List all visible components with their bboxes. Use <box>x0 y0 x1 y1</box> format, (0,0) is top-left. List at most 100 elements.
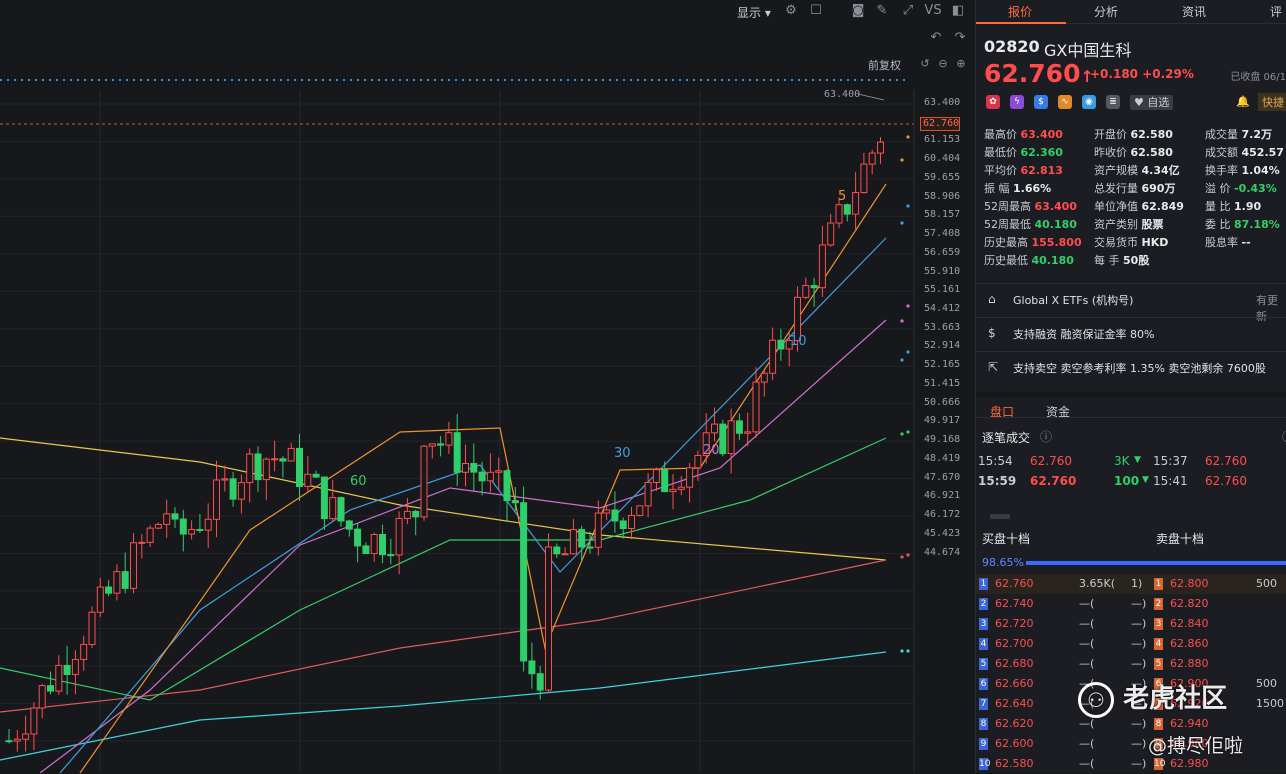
candle-body <box>229 478 237 500</box>
candle-body <box>370 534 378 555</box>
note-icon[interactable]: ≣ <box>1106 95 1120 109</box>
orderbook-row[interactable]: 1 62.760 3.65K(1) 1 62.800 500 <box>976 574 1286 594</box>
info-row-icon: ⌂ <box>988 292 996 306</box>
zoom-in-icon[interactable]: ⊕ <box>953 56 969 72</box>
orderbook-row[interactable]: 4 62.700 —(—) 4 62.860 <box>976 634 1286 654</box>
tab-analysis[interactable]: 分析 <box>1094 3 1118 20</box>
info-text: 支持融资 融资保证金率 80% <box>1013 328 1155 341</box>
candle-body <box>345 520 353 530</box>
candle-body <box>22 733 30 740</box>
trend-icon[interactable]: ∿ <box>1058 95 1072 109</box>
stat-key: 交易货币 <box>1094 236 1138 249</box>
tab-quote[interactable]: 报价 <box>1008 3 1032 20</box>
stat-2-2: 换手率 1.04% <box>1205 162 1280 178</box>
stat-key: 振 幅 <box>984 182 1010 195</box>
kline-chart[interactable]: 63.400 5 10 20 30 60 显示 ▾ ⚙ ☐ ◙ ✎ ⤢ VS ◧ ↶ ↷ … <box>0 0 975 773</box>
candle-body <box>320 476 328 520</box>
undo-icon[interactable]: ↶ <box>928 30 944 46</box>
stat-0-0: 最高价 63.400 <box>984 126 1063 142</box>
display-dropdown[interactable]: 显示 ▾ <box>737 4 771 21</box>
scroll-handle[interactable] <box>990 514 1010 519</box>
trade-cell: 15:59 <box>978 474 1017 488</box>
ma-period-label: 5 <box>838 189 846 204</box>
stat-1-1: 昨收价 62.580 <box>1094 144 1173 160</box>
bid-price: 62.580 <box>995 757 1034 770</box>
trade-cell: 3K <box>1114 454 1130 468</box>
hk-flag-icon[interactable]: ✿ <box>986 95 1000 109</box>
candle-body <box>105 586 113 594</box>
orderbook-row[interactable]: 2 62.740 —(—) 2 62.820 <box>976 594 1286 614</box>
redo-icon[interactable]: ↷ <box>952 30 968 46</box>
info-row[interactable]: ⇱ 支持卖空 卖空参考利率 1.35% 卖空池剩余 7600股 <box>976 351 1286 381</box>
reset-icon[interactable]: ↺ <box>917 56 933 72</box>
dollar-icon[interactable]: $ <box>1034 95 1048 109</box>
stat-key: 量 比 <box>1205 200 1231 213</box>
bid-volume: —(—) <box>1079 617 1147 630</box>
stat-4-0: 52周最高 63.400 <box>984 198 1077 214</box>
stat-key: 每 手 <box>1094 254 1120 267</box>
fullscreen-icon[interactable]: ⤢ <box>900 3 916 19</box>
orderbook-row[interactable]: 5 62.680 —(—) 5 62.880 <box>976 654 1286 674</box>
candle-body <box>503 470 511 502</box>
info-row[interactable]: $ 支持融资 融资保证金率 80% <box>976 317 1286 347</box>
tab-orderbook[interactable]: 盘口 <box>990 403 1014 420</box>
tab-fund[interactable]: 资金 <box>1046 403 1070 420</box>
zoom-out-icon[interactable]: ⊖ <box>935 56 951 72</box>
ask-volume: 500 <box>1256 577 1277 590</box>
candle-body <box>686 467 694 488</box>
candle-body <box>677 486 685 490</box>
camera-icon[interactable]: ◙ <box>850 3 866 19</box>
ma-end-dot <box>906 350 910 354</box>
ask-price: 62.860 <box>1170 637 1209 650</box>
stat-value: 452.57 <box>1241 146 1284 159</box>
stat-key: 昨收价 <box>1094 146 1127 159</box>
candle-body <box>188 528 196 535</box>
stat-value: 4.34亿 <box>1141 164 1180 177</box>
collapse-chevron-icon[interactable]: ⌃ <box>1144 262 1152 272</box>
draw-pen-icon[interactable]: ✎ <box>874 3 890 19</box>
chat-icon[interactable]: ◉ <box>1082 95 1096 109</box>
ask-level: 2 <box>1154 598 1163 610</box>
stat-0-2: 成交量 7.2万 <box>1205 126 1272 142</box>
stat-key: 单位净值 <box>1094 200 1138 213</box>
bell-icon[interactable]: 🔔 <box>1236 95 1250 109</box>
candle-body <box>744 431 752 434</box>
candle-body <box>246 453 254 484</box>
candle-body <box>262 458 270 481</box>
layout-icon[interactable]: ☐ <box>808 3 824 19</box>
stat-5-2: 委 比 87.18% <box>1205 216 1280 232</box>
stat-6-0: 历史最高 155.800 <box>984 234 1082 250</box>
chart-canvas[interactable]: 63.400 5 10 20 30 60 <box>0 0 975 773</box>
stat-key: 溢 价 <box>1205 182 1231 195</box>
chart-toolbar: 显示 ▾ ⚙ ☐ ◙ ✎ ⤢ VS ◧ <box>0 0 975 24</box>
stat-key: 总发行量 <box>1094 182 1138 195</box>
settings-icon[interactable]: ⚙ <box>783 3 799 19</box>
info-row[interactable]: ⌂ Global X ETFs (机构号) 有更新 <box>976 283 1286 323</box>
candle-body <box>71 658 79 676</box>
tab-news[interactable]: 资讯 <box>1182 3 1206 20</box>
bid-level: 6 <box>979 678 988 690</box>
adjust-restore-label[interactable]: 前复权 <box>868 57 901 73</box>
trades-title: 逐笔成交 <box>982 431 1031 445</box>
stat-value: 155.800 <box>1031 236 1082 249</box>
ma-end-dot <box>900 649 904 653</box>
candle-body <box>445 432 453 446</box>
expand-icon[interactable]: ⓘ <box>1282 428 1286 445</box>
orderbook-row[interactable]: 3 62.720 —(—) 3 62.840 <box>976 614 1286 634</box>
stat-key: 历史最高 <box>984 236 1028 249</box>
price-change: +0.180 +0.29% <box>1090 67 1194 81</box>
quick-trade-button[interactable]: 快捷 <box>1258 93 1286 111</box>
info-icon[interactable]: ⓘ <box>1040 428 1052 445</box>
candle-body <box>179 518 187 535</box>
lightning-icon[interactable]: ϟ <box>1010 95 1024 109</box>
panel-toggle-icon[interactable]: ◧ <box>950 3 966 19</box>
stat-3-0: 振 幅 1.66% <box>984 180 1051 196</box>
tab-comments[interactable]: 评 <box>1270 3 1282 20</box>
trade-cell: 100 <box>1114 474 1140 488</box>
candle-body <box>221 478 229 481</box>
candle-body <box>96 586 104 613</box>
ma-line <box>59 237 887 773</box>
add-watchlist-button[interactable]: ♥ 自选 <box>1130 95 1174 110</box>
candle-body <box>196 528 204 531</box>
compare-vs-button[interactable]: VS <box>922 3 944 19</box>
